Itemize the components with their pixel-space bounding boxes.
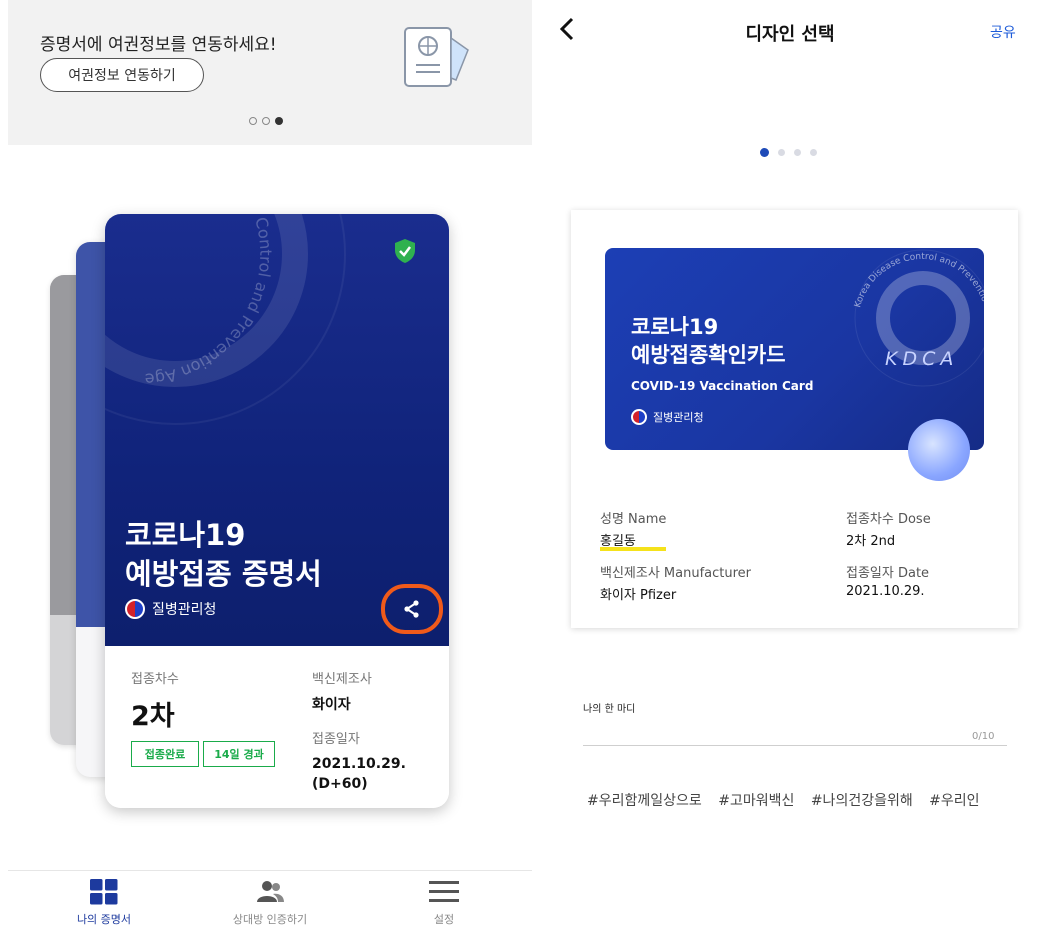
kdca-logo-icon xyxy=(631,409,647,425)
message-label: 나의 한 마디 xyxy=(583,704,636,715)
hashtag-chip[interactable]: #우리함께일상으로 xyxy=(587,793,702,809)
date-label: 접종일자 xyxy=(312,732,360,747)
date-value-line2: (D+60) xyxy=(312,776,368,792)
pager-dot-active[interactable] xyxy=(760,148,769,157)
share-icon xyxy=(404,600,419,618)
mini-card-title2: 예방접종확인카드 xyxy=(631,343,786,367)
name-label: 성명 Name xyxy=(600,512,667,527)
message-input[interactable] xyxy=(583,745,1007,746)
bottom-tab-bar: 나의 증명서 상대방 인증하기 설정 xyxy=(8,870,532,927)
hashtag-chip[interactable]: #우리인 xyxy=(929,793,979,809)
dose-label: 접종차수 Dose xyxy=(846,512,931,527)
tab-my-certificate[interactable]: 나의 증명서 xyxy=(34,879,174,927)
verified-shield-icon xyxy=(395,239,415,263)
coov-logo-icon xyxy=(908,419,970,481)
pager-dot[interactable] xyxy=(778,149,785,156)
hashtag-chip[interactable]: #고마워백신 xyxy=(718,793,794,809)
pager-dot[interactable] xyxy=(249,117,257,125)
banner-pager xyxy=(249,117,283,125)
mini-card-title1: 코로나19 xyxy=(631,315,719,339)
mini-card-subtitle: COVID-19 Vaccination Card xyxy=(631,379,814,393)
date-value: 2021.10.29. xyxy=(846,584,925,599)
grid-icon xyxy=(90,879,118,905)
share-button[interactable] xyxy=(381,584,443,634)
banner-text: 증명서에 여권정보를 연동하세요! xyxy=(40,35,277,55)
link-passport-button[interactable]: 여권정보 연동하기 xyxy=(40,58,204,92)
manufacturer-value: 화이자 xyxy=(312,697,351,713)
manufacturer-value: 화이자 Pfizer xyxy=(600,588,677,603)
name-highlight xyxy=(600,547,666,551)
dose-value: 2차 2nd xyxy=(846,534,896,549)
vaccination-certificate-card[interactable]: Control and Prevention Agency 코로나19 예방접종… xyxy=(105,214,449,808)
dose-label: 접종차수 xyxy=(131,672,179,687)
design-pager xyxy=(760,148,817,157)
status-badge-complete: 접종완료 xyxy=(131,741,199,767)
pager-dot[interactable] xyxy=(794,149,801,156)
date-value-line1: 2021.10.29. xyxy=(312,756,406,772)
hashtag-chip[interactable]: #나의건강을위해 xyxy=(811,793,913,809)
mini-card-org: 질병관리청 xyxy=(631,409,704,425)
card-title-line2: 예방접종 증명서 xyxy=(125,557,322,591)
pager-dot[interactable] xyxy=(262,117,270,125)
manufacturer-label: 백신제조사 Manufacturer xyxy=(600,566,752,581)
menu-icon xyxy=(429,881,459,902)
date-value: 2021.10.29. (D+60) xyxy=(312,754,406,794)
mini-card-org-label: 질병관리청 xyxy=(653,411,704,424)
date-label: 접종일자 Date xyxy=(846,566,930,581)
pager-dot[interactable] xyxy=(810,149,817,156)
design-preview-card[interactable]: Korea Disease Control and Prevention Age… xyxy=(571,210,1018,628)
tab-label: 나의 증명서 xyxy=(76,913,132,926)
status-badge-days: 14일 경과 xyxy=(203,741,275,767)
manufacturer-label: 백신제조사 xyxy=(312,672,372,687)
kdca-logo-icon xyxy=(125,599,145,619)
card-org: 질병관리청 xyxy=(125,599,216,619)
vaccination-card-design: Korea Disease Control and Prevention Age… xyxy=(605,248,984,450)
card-org-label: 질병관리청 xyxy=(152,602,217,618)
back-chevron-icon[interactable] xyxy=(555,16,579,42)
dose-value: 2차 xyxy=(131,701,175,732)
passport-icon xyxy=(404,27,469,87)
tab-settings[interactable]: 설정 xyxy=(374,879,514,927)
share-link[interactable]: 공유 xyxy=(990,22,1016,42)
tab-verify-other[interactable]: 상대방 인증하기 xyxy=(200,879,340,927)
tab-label: 상대방 인증하기 xyxy=(232,913,308,926)
kdca-wordmark: KDCA xyxy=(885,348,959,370)
tab-label: 설정 xyxy=(433,913,455,926)
card-title-line1: 코로나19 xyxy=(125,518,246,552)
page-title: 디자인 선택 xyxy=(745,24,835,45)
hashtag-list: #우리함께일상으로 #고마워백신 #나의건강을위해 #우리인 xyxy=(587,790,1061,810)
people-icon xyxy=(257,881,284,902)
message-counter: 0/10 xyxy=(972,731,995,742)
pager-dot-active[interactable] xyxy=(275,117,283,125)
